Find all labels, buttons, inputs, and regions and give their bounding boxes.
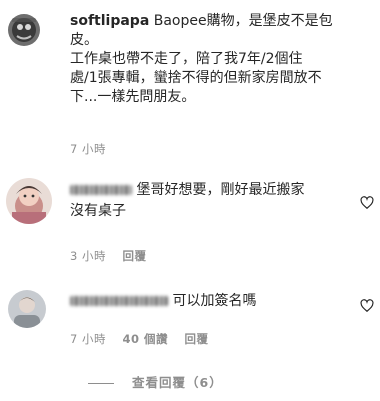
username[interactable]: softlipapa [70,13,149,29]
comment-item: softlipapa Baopee購物，是堡皮不是包 皮。 工作桌也帶不走了，陪… [0,0,380,160]
comment-line: 處/1張專輯，蠻捨不得的但新家房間放不 [70,70,322,86]
heart-outline-icon[interactable] [360,299,374,313]
likes-count[interactable]: 40 個讚 [123,332,169,346]
avatar[interactable] [8,14,40,46]
avatar[interactable] [8,290,46,328]
view-replies-label[interactable]: 查看回覆（6） [132,375,223,390]
comment-line: 堡哥好想要，剛好最近搬家 [136,182,305,198]
comment-line: 沒有桌子 [70,203,126,219]
username-blurred[interactable] [70,296,168,306]
comment-text: 堡哥好想要，剛好最近搬家 沒有桌子 [70,180,350,222]
reply-button[interactable]: 回覆 [123,249,147,263]
comment-text: 可以加簽名嗎 [70,292,350,311]
comment-line: 可以加簽名嗎 [172,293,257,309]
divider-line [88,383,114,384]
avatar[interactable] [6,178,52,224]
comment-meta: 7 小時 40 個讚 回覆 [70,331,221,347]
avatar-image [6,178,52,224]
timestamp[interactable]: 7 小時 [70,332,106,346]
avatar-image [8,14,40,46]
heart-outline-icon[interactable] [360,196,374,210]
comment-text: softlipapa Baopee購物，是堡皮不是包 皮。 工作桌也帶不走了，陪… [70,12,370,107]
avatar-image [8,290,46,328]
comment-line: 皮。 [70,32,98,48]
reply-button[interactable]: 回覆 [185,332,209,346]
timestamp[interactable]: 7 小時 [70,142,106,156]
comment-meta: 7 小時 [70,141,118,157]
comment-line: Baopee購物，是堡皮不是包 [153,13,333,29]
comment-line: 工作桌也帶不走了，陪了我7年/2個住 [70,51,303,67]
comment-item: 堡哥好想要，剛好最近搬家 沒有桌子 3 小時 回覆 [0,170,380,270]
comment-meta: 3 小時 回覆 [70,248,159,264]
timestamp[interactable]: 3 小時 [70,249,106,263]
comment-line: 下...一樣先問朋友。 [70,89,196,105]
view-replies-button[interactable]: 查看回覆（6） [88,372,223,391]
comment-item: 可以加簽名嗎 7 小時 40 個讚 回覆 [0,284,380,364]
username-blurred[interactable] [70,185,132,195]
